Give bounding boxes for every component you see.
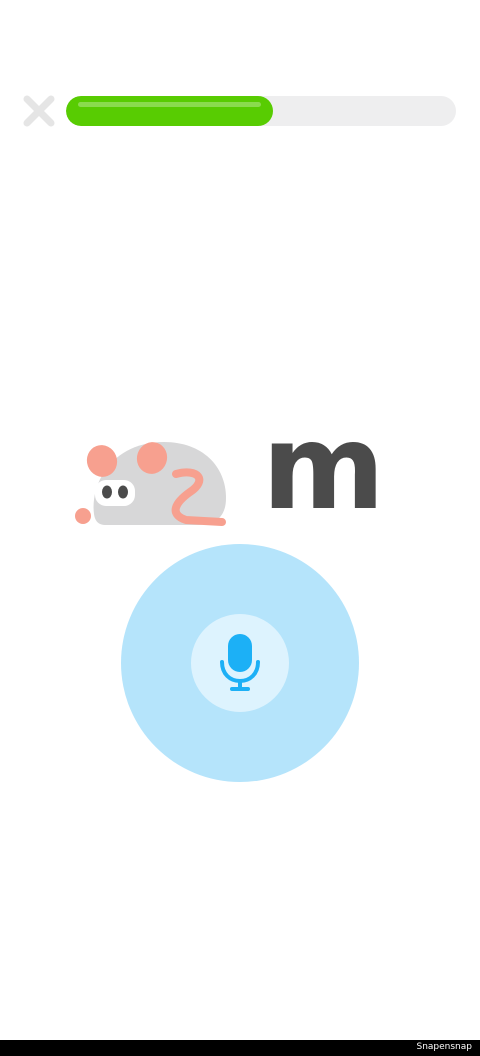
microphone-button-center	[191, 614, 289, 712]
microphone-button[interactable]	[121, 544, 359, 782]
watermark: Snapensnap	[416, 1042, 472, 1052]
mouse-icon	[75, 442, 226, 526]
lesson-progress-fill	[66, 96, 273, 126]
target-letter: m	[262, 398, 385, 536]
microphone-icon	[220, 634, 260, 691]
close-button[interactable]	[20, 92, 58, 130]
bottom-bar: Snapensnap	[0, 1040, 480, 1056]
progress-highlight	[78, 102, 261, 107]
lesson-progress-bar	[66, 96, 456, 126]
close-x-icon	[23, 95, 55, 127]
